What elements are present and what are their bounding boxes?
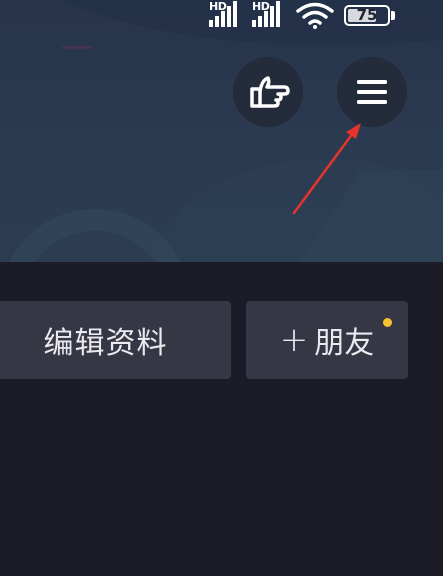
edit-profile-label: 编辑资料 bbox=[43, 326, 168, 361]
annotation-arrow bbox=[292, 123, 361, 215]
profile-screen: HD HD 75 编辑资料 + 朋友 bbox=[0, 0, 443, 576]
plus-icon: + bbox=[279, 320, 309, 360]
notification-dot bbox=[383, 318, 392, 327]
add-friend-label: 朋友 bbox=[314, 326, 375, 361]
edit-profile-button[interactable]: 编辑资料 bbox=[0, 301, 231, 379]
add-friend-button[interactable]: + 朋友 bbox=[246, 301, 408, 379]
